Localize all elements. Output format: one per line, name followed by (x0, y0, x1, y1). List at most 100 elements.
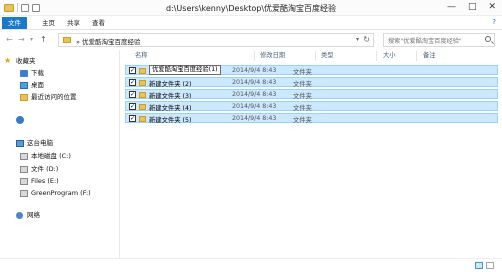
nav-recent-places[interactable]: 最近访问的位置 (20, 92, 77, 103)
column-header-note[interactable]: 备注 (423, 50, 436, 62)
title-bar: d:\Users\kenny\Desktop\优爱酷淘宝百度经验 — □ ✕ (0, 0, 502, 16)
nav-drive-f-label: GreenProgram (F:) (31, 189, 91, 197)
column-header-date[interactable]: 修改日期 (260, 50, 285, 62)
back-button[interactable]: ← (6, 35, 13, 44)
table-row[interactable]: ✓ 新建文件夹 (2) 2014/9/4 8:43 文件夹 (125, 77, 498, 88)
column-header-type[interactable]: 类型 (321, 50, 334, 62)
details-view-icon[interactable] (475, 262, 483, 269)
maximize-button[interactable]: □ (468, 2, 477, 12)
navigation-pane: ★ 收藏夹 下载 桌面 最近访问的位置 这台电脑 本地磁盘 (C:) 文件 (D… (0, 50, 120, 258)
nav-drive-e[interactable]: Files (E:) (20, 176, 59, 187)
divider[interactable] (315, 51, 316, 61)
window-controls: — □ ✕ (447, 2, 496, 12)
tab-share[interactable]: 共享 (61, 17, 86, 29)
row-date: 2014/9/4 8:43 (232, 78, 277, 86)
row-type: 文件夹 (293, 68, 312, 76)
checkbox[interactable]: ✓ (129, 79, 136, 86)
tab-view[interactable]: 查看 (86, 17, 111, 29)
refresh-icon[interactable]: ↻ (363, 35, 370, 44)
nav-recent-places-label: 最近访问的位置 (31, 93, 77, 101)
checkbox[interactable]: ✓ (129, 115, 136, 122)
tab-file[interactable]: 文件 (2, 17, 27, 29)
nav-favorites[interactable]: ★ 收藏夹 (4, 56, 36, 67)
row-date: 2014/9/4 8:43 (232, 114, 277, 122)
computer-icon (16, 140, 24, 147)
nav-drive-d-label: 文件 (D:) (31, 165, 59, 173)
table-row[interactable]: ✓ 新建文件夹 (5) 2014/9/4 8:43 文件夹 (125, 113, 498, 124)
drive-icon (20, 153, 28, 160)
tab-home[interactable]: 主页 (36, 17, 61, 29)
row-date: 2014/9/4 8:43 (232, 102, 277, 110)
search-placeholder: 搜索"优爱酷淘宝百度经验" (388, 38, 462, 45)
table-row[interactable]: ✓ 新建文件夹 (4) 2014/9/4 8:43 文件夹 (125, 101, 498, 112)
search-box[interactable]: 搜索"优爱酷淘宝百度经验" (383, 33, 495, 47)
status-bar (0, 258, 502, 272)
large-icons-view-icon[interactable] (486, 262, 494, 269)
folder-icon (139, 79, 146, 86)
checkbox[interactable]: ✓ (129, 103, 136, 110)
row-type: 文件夹 (293, 80, 312, 88)
divider[interactable] (254, 51, 255, 61)
ribbon-tabs: 文件 主页 共享 查看 ? (0, 16, 502, 30)
window-title: d:\Users\kenny\Desktop\优爱酷淘宝百度经验 (165, 4, 337, 13)
nav-network-label: 网络 (27, 211, 40, 219)
checkbox[interactable]: ✓ (129, 67, 136, 74)
address-bar[interactable]: » 优爱酷淘宝百度经验 ▾ ↻ (58, 33, 374, 47)
row-date: 2014/9/4 8:43 (232, 66, 277, 74)
minimize-button[interactable]: — (447, 2, 456, 12)
download-icon (20, 70, 28, 77)
divider[interactable] (416, 51, 417, 61)
row-date: 2014/9/4 8:43 (232, 90, 277, 98)
nav-drive-c-label: 本地磁盘 (C:) (31, 152, 71, 160)
chevron-down-icon[interactable]: ▾ (356, 36, 359, 43)
row-type: 文件夹 (293, 92, 312, 100)
nav-drive-c[interactable]: 本地磁盘 (C:) (20, 151, 71, 162)
folder-icon (139, 103, 146, 110)
recent-locations-button[interactable]: ▾ (30, 36, 33, 43)
network-icon (16, 212, 23, 219)
nav-downloads[interactable]: 下载 (20, 68, 44, 79)
folder-icon (139, 91, 146, 98)
row-type: 文件夹 (293, 104, 312, 112)
up-button[interactable]: ↑ (40, 35, 47, 44)
close-button[interactable]: ✕ (488, 2, 496, 12)
drive-icon (20, 166, 28, 173)
view-toggle (475, 262, 494, 269)
drive-icon (20, 178, 28, 185)
rename-field[interactable]: 优爱酷淘宝百度经验(1) (149, 65, 221, 75)
nav-desktop[interactable]: 桌面 (20, 80, 44, 91)
homegroup-icon (16, 116, 24, 124)
folder-icon (139, 115, 146, 122)
nav-network[interactable]: 网络 (16, 210, 40, 221)
divider[interactable] (376, 51, 377, 61)
desktop-icon (20, 82, 28, 89)
nav-drive-e-label: Files (E:) (31, 177, 59, 185)
nav-favorites-label: 收藏夹 (16, 57, 36, 65)
nav-desktop-label: 桌面 (31, 81, 44, 89)
row-name: 新建文件夹 (5) (149, 116, 192, 124)
recent-places-icon (20, 94, 28, 101)
row-name: 新建文件夹 (2) (149, 80, 192, 88)
address-row: ← → ▾ ↑ » 优爱酷淘宝百度经验 ▾ ↻ 搜索"优爱酷淘宝百度经验" (0, 31, 502, 49)
folder-icon (63, 37, 71, 43)
search-icon[interactable] (485, 36, 491, 42)
nav-this-pc[interactable]: 这台电脑 (16, 138, 53, 149)
drive-icon (20, 190, 28, 197)
breadcrumb[interactable]: » 优爱酷淘宝百度经验 (76, 36, 141, 46)
file-list: 名称 修改日期 类型 大小 备注 ✓ 优爱酷淘宝百度经验(1) 2014/9/4… (121, 50, 502, 258)
star-icon: ★ (4, 56, 12, 65)
column-header-size[interactable]: 大小 (383, 50, 396, 62)
table-row[interactable]: ✓ 新建文件夹 (3) 2014/9/4 8:43 文件夹 (125, 89, 498, 100)
help-icon[interactable]: ? (492, 18, 496, 26)
nav-drive-f[interactable]: GreenProgram (F:) (20, 188, 91, 199)
forward-button[interactable]: → (18, 35, 25, 44)
nav-drive-d[interactable]: 文件 (D:) (20, 164, 59, 175)
row-name: 新建文件夹 (4) (149, 104, 192, 112)
column-header-name[interactable]: 名称 (135, 50, 148, 62)
folder-icon (139, 67, 146, 74)
nav-downloads-label: 下载 (31, 69, 44, 77)
checkbox[interactable]: ✓ (129, 91, 136, 98)
table-row[interactable]: ✓ 优爱酷淘宝百度经验(1) 2014/9/4 8:43 文件夹 (125, 65, 498, 76)
row-type: 文件夹 (293, 116, 312, 124)
nav-this-pc-label: 这台电脑 (27, 139, 53, 147)
